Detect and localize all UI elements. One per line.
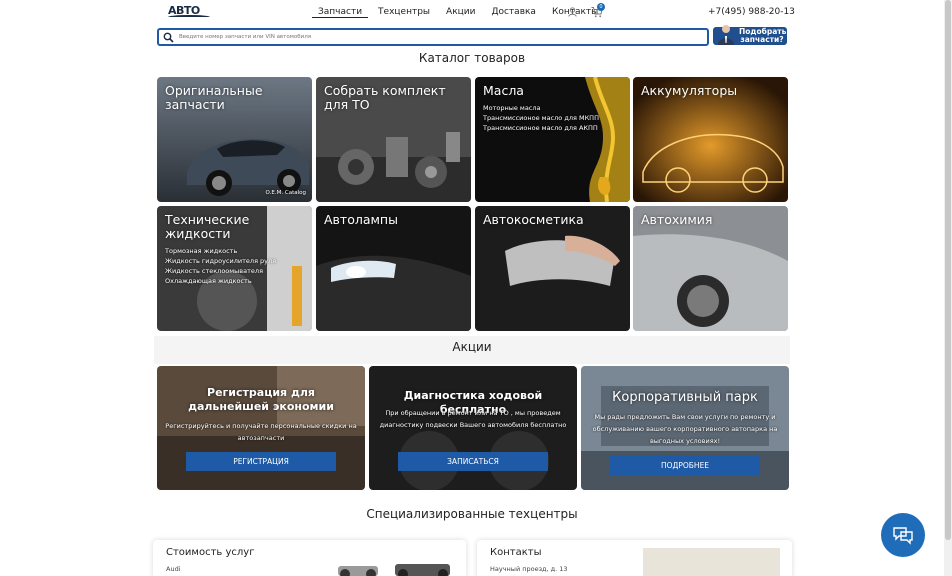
contacts-photo	[643, 548, 780, 576]
logo-swoosh	[168, 15, 210, 19]
search-icon[interactable]	[163, 32, 174, 43]
promo-text: Регистрируйтесь и получайте персональные…	[165, 422, 357, 442]
promo-text: При обращении в ремонт или на ТО , мы пр…	[379, 409, 567, 429]
catalog-tile-batteries[interactable]: Аккумуляторы	[633, 77, 788, 202]
promo-title: Корпоративный парк	[612, 390, 758, 405]
chat-button[interactable]	[881, 513, 925, 557]
tile-title: Технические жидкости	[165, 212, 250, 241]
register-button[interactable]: РЕГИСТРАЦИЯ	[186, 452, 336, 471]
promo-card-corporate[interactable]: Корпоративный парк Мы рады предложить Ва…	[581, 366, 789, 490]
main-nav: Запчасти Техцентры Акции Доставка Контак…	[312, 6, 608, 18]
card-title: Контакты	[490, 547, 542, 558]
services-cost-card[interactable]: Стоимость услуг Audi	[153, 540, 466, 576]
tile-title: Оригинальные запчасти	[165, 83, 263, 112]
promo-card-diagnostics[interactable]: Диагностика ходовой бесплатно При обраще…	[369, 366, 577, 490]
promo-title: Регистрация для дальнейшей экономии	[188, 386, 334, 413]
contacts-card[interactable]: Контакты Научный проезд, д. 13	[477, 540, 792, 576]
site-header: АВТО Запчасти Техцентры Акции Доставка К…	[0, 0, 944, 26]
signup-button[interactable]: ЗАПИСАТЬСЯ	[398, 452, 548, 471]
catalog-title: Каталог товаров	[418, 51, 526, 65]
card-brand[interactable]: Audi	[166, 565, 181, 573]
catalog-tile-tech-fluids[interactable]: Технические жидкости Тормозная жидкость …	[157, 206, 312, 331]
nav-item-techcenters[interactable]: Техцентры	[372, 6, 436, 18]
tile-title: Аккумуляторы	[641, 83, 738, 98]
pick-parts-label: Подобрать запчасти?	[739, 27, 787, 44]
page-scrollbar[interactable]	[944, 0, 952, 576]
catalog-tile-car-cosmetics[interactable]: Автокосметика	[475, 206, 630, 331]
card-title: Стоимость услуг	[166, 547, 255, 558]
catalog-tile-lamps[interactable]: Автолампы	[316, 206, 471, 331]
tile-sub-item[interactable]: Моторные масла	[483, 103, 541, 113]
more-button[interactable]: ПОДРОБНЕЕ	[610, 456, 760, 475]
search-bar	[157, 28, 709, 46]
phone-number[interactable]: +7(495) 988-20-13	[708, 7, 795, 17]
promo-card-registration[interactable]: Регистрация для дальнейшей экономии Реги…	[157, 366, 365, 490]
consultant-icon	[718, 25, 734, 45]
chat-icon	[893, 527, 913, 545]
tile-title: Собрать комплект для ТО	[324, 83, 446, 112]
tile-sub-item[interactable]: Трансмиссионое масло для АКПП	[483, 123, 598, 133]
tile-sub-item[interactable]: Тормозная жидкость	[165, 246, 237, 256]
chassis-image	[338, 564, 450, 576]
nav-item-delivery[interactable]: Доставка	[485, 6, 542, 18]
pick-parts-button[interactable]: Подобрать запчасти?	[713, 25, 787, 45]
scrollbar-thumb[interactable]	[945, 0, 951, 540]
techcenters-title: Специализированные техцентры	[366, 507, 578, 521]
tile-note: O.E.M. Catalog	[265, 190, 306, 196]
promos-title: Акции	[452, 340, 492, 354]
catalog-tile-oils[interactable]: Масла Моторные масла Трансмиссионое масл…	[475, 77, 630, 202]
tile-sub-item[interactable]: Трансмиссионое масло для МКПП	[483, 113, 599, 123]
nav-item-promos[interactable]: Акции	[440, 6, 481, 18]
catalog-tile-maintenance-kit[interactable]: Собрать комплект для ТО	[316, 77, 471, 202]
catalog-tile-original-parts[interactable]: Оригинальные запчасти O.E.M. Catalog	[157, 77, 312, 202]
tile-sub-item[interactable]: Жидкость гидроусилителя руля	[165, 256, 276, 266]
nav-item-parts[interactable]: Запчасти	[312, 6, 369, 18]
tile-title: Автокосметика	[483, 212, 584, 227]
tile-title: Автохимия	[641, 212, 713, 227]
tile-title: Автолампы	[324, 212, 398, 227]
search-input[interactable]	[179, 31, 699, 43]
catalog-tile-car-chemicals[interactable]: Автохимия	[633, 206, 788, 331]
tile-sub-item[interactable]: Охлаждающая жидкость	[165, 276, 252, 286]
card-address: Научный проезд, д. 13	[490, 565, 568, 573]
tile-sub-item[interactable]: Жидкость стеклоомывателя	[165, 266, 263, 276]
cart-count-badge: 0	[597, 3, 605, 11]
site-logo[interactable]: АВТО	[168, 4, 210, 20]
tile-title: Масла	[483, 83, 524, 98]
promo-text: Мы рады предложить Вам свои услуги по ре…	[592, 413, 778, 445]
user-icon[interactable]	[568, 7, 577, 17]
